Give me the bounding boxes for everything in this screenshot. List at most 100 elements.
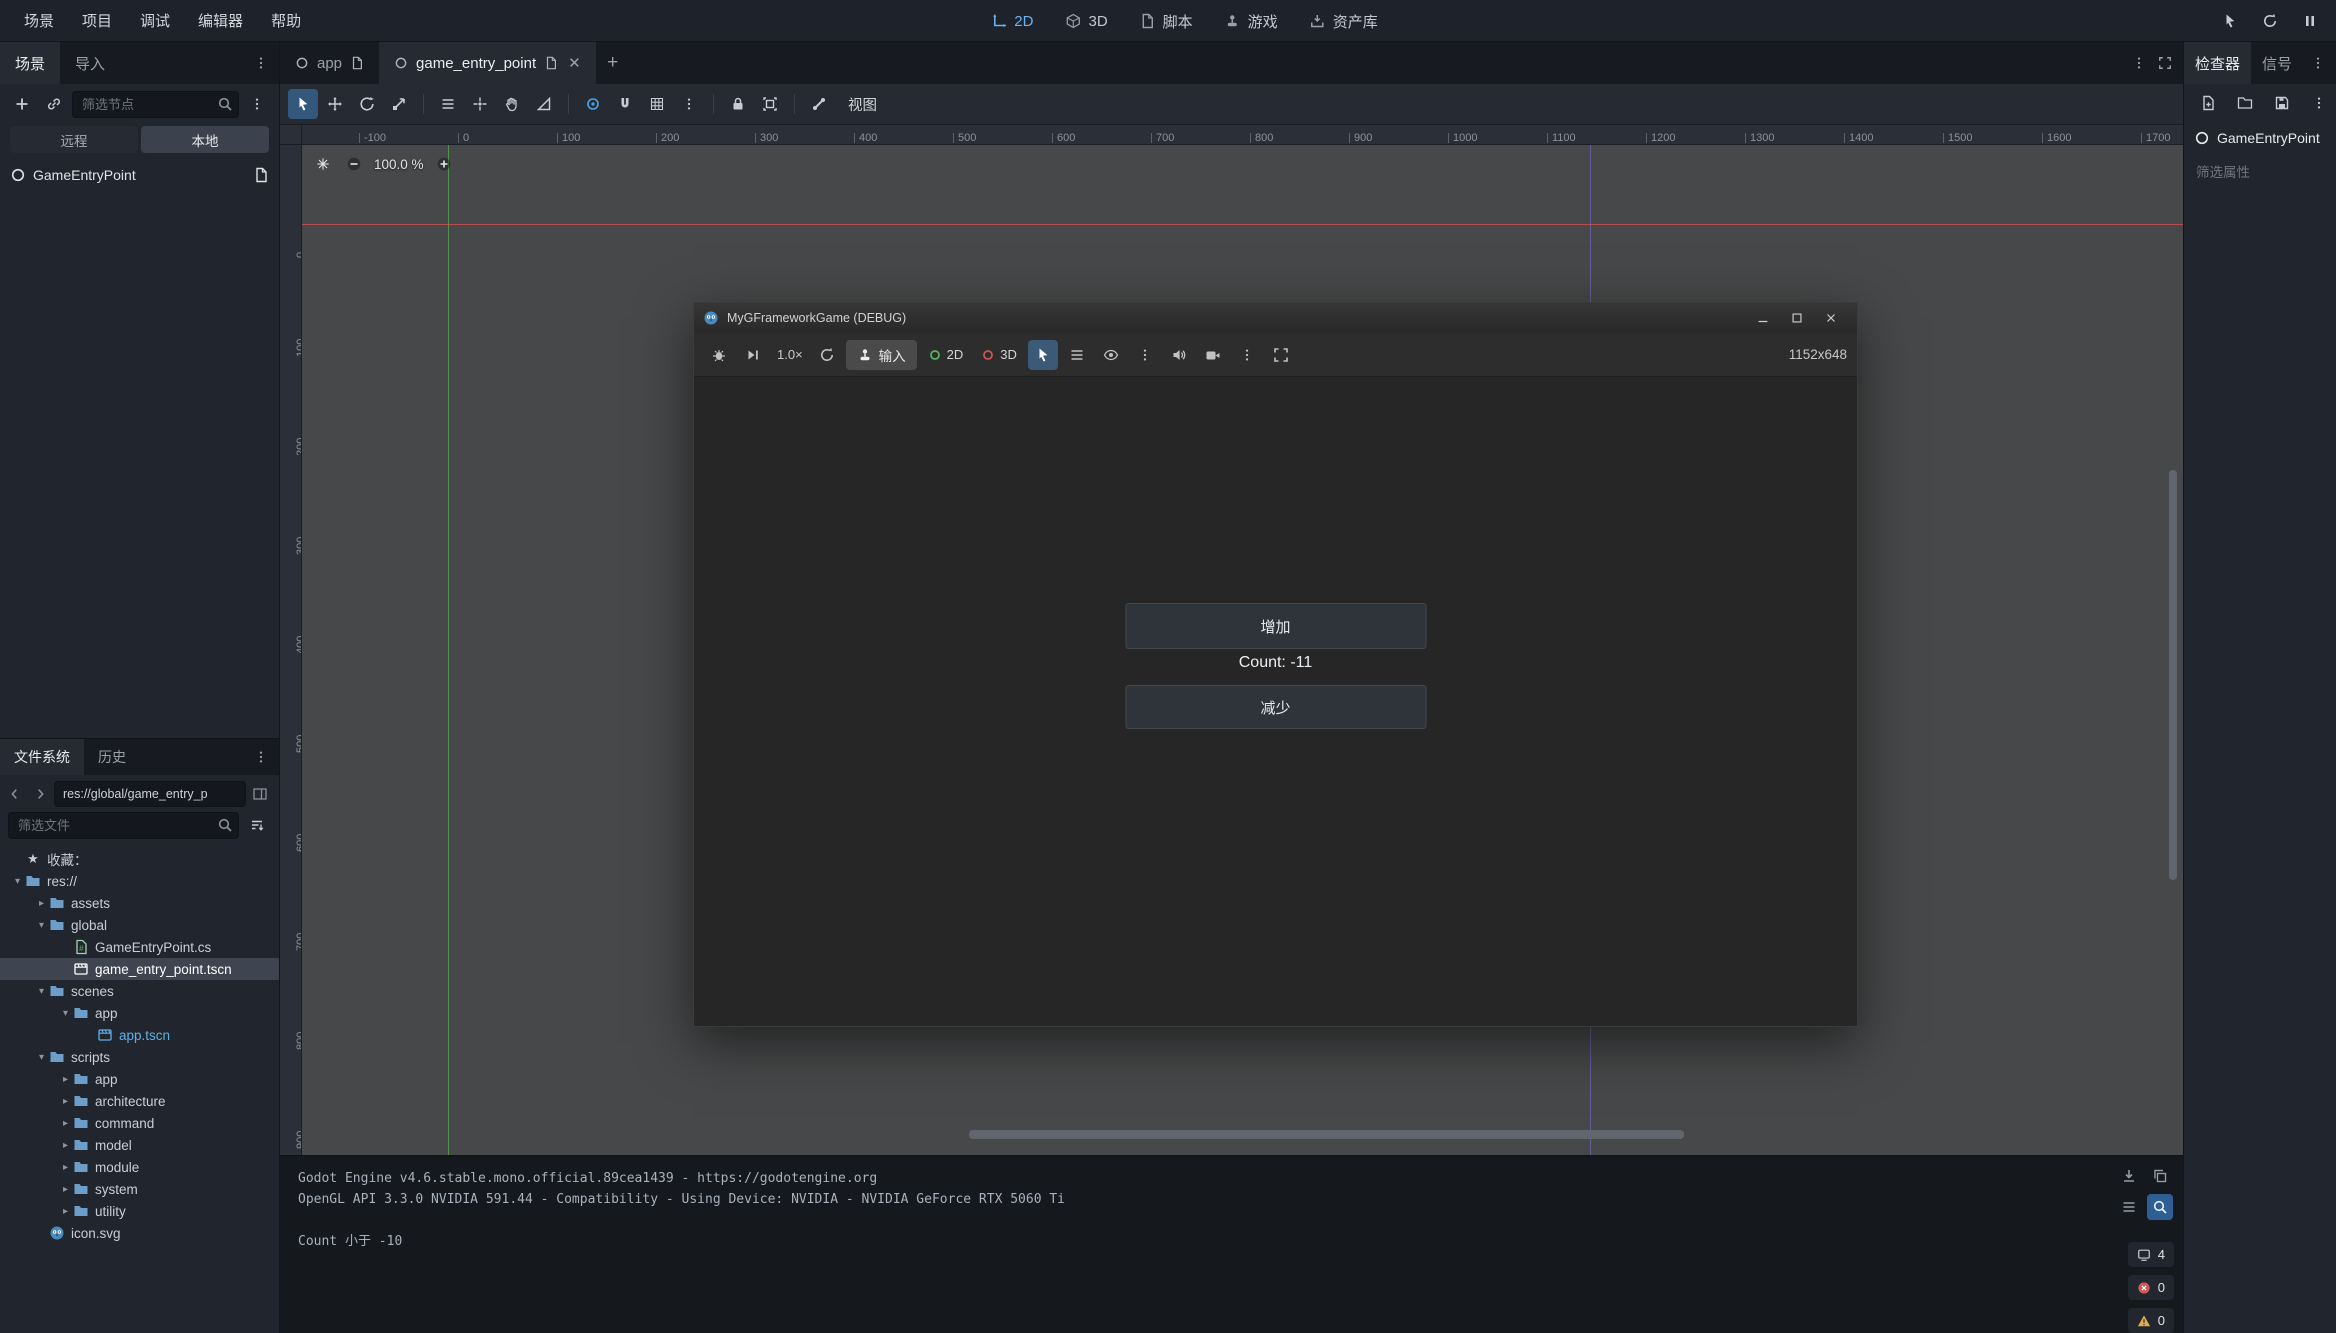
camera-3d-toggle[interactable]: 3D: [974, 347, 1024, 362]
instance-scene-button[interactable]: [40, 90, 68, 118]
scene-tree-menu-icon[interactable]: [243, 90, 271, 118]
workspace-assetlib[interactable]: 资产库: [1297, 6, 1391, 36]
file-row[interactable]: ▾scenes: [0, 980, 279, 1002]
remote-tab[interactable]: 远程: [10, 126, 138, 153]
fullscreen-icon[interactable]: [1266, 340, 1296, 370]
filter-files-field[interactable]: [8, 812, 239, 839]
file-row[interactable]: ▸model: [0, 1134, 279, 1156]
scene-tab-game-entry-point[interactable]: game_entry_point ✕: [379, 42, 596, 84]
scene-tree-root-node[interactable]: GameEntryPoint: [0, 159, 279, 190]
grid-toggle[interactable]: [642, 89, 672, 119]
debug-options-menu[interactable]: [1130, 340, 1160, 370]
filter-nodes-field[interactable]: [72, 91, 239, 118]
path-input[interactable]: [54, 781, 246, 807]
input-mode-toggle[interactable]: 输入: [846, 340, 917, 370]
select-mode-icon[interactable]: [1028, 340, 1058, 370]
pan-tool[interactable]: [497, 89, 527, 119]
file-row-open-scene[interactable]: app.tscn: [0, 1024, 279, 1046]
file-row[interactable]: icon.svg: [0, 1222, 279, 1244]
tab-inspector[interactable]: 检查器: [2184, 42, 2251, 84]
inspector-menu-icon[interactable]: [2305, 89, 2333, 117]
dock-menu-icon[interactable]: [2306, 49, 2330, 77]
view-menu[interactable]: 视图: [836, 89, 889, 119]
forward-icon[interactable]: [29, 782, 51, 806]
messages-count-badge[interactable]: 4: [2128, 1242, 2174, 1267]
file-row-selected[interactable]: game_entry_point.tscn: [0, 958, 279, 980]
menu-help[interactable]: 帮助: [257, 0, 315, 42]
file-row[interactable]: ▸app: [0, 1068, 279, 1090]
file-row[interactable]: ▾res://: [0, 870, 279, 892]
new-resource-icon[interactable]: [2194, 89, 2222, 117]
move-tool[interactable]: [320, 89, 350, 119]
back-icon[interactable]: [4, 782, 26, 806]
filter-files-input[interactable]: [8, 812, 239, 839]
rotate-tool[interactable]: [352, 89, 382, 119]
workspace-2d[interactable]: 2D: [978, 6, 1046, 36]
center-view-icon[interactable]: [312, 153, 334, 175]
expand-viewport-icon[interactable]: [2153, 49, 2177, 77]
selection-list-icon[interactable]: [1062, 340, 1092, 370]
file-row[interactable]: ▾global: [0, 914, 279, 936]
debugger-icon[interactable]: [704, 340, 734, 370]
mute-audio-icon[interactable]: [1164, 340, 1194, 370]
tab-import-dock[interactable]: 导入: [60, 42, 120, 84]
load-resource-icon[interactable]: [2231, 89, 2259, 117]
increase-button[interactable]: 增加: [1125, 603, 1426, 649]
lock-button[interactable]: [723, 89, 753, 119]
selection-list-button[interactable]: [433, 89, 463, 119]
menu-editor[interactable]: 编辑器: [184, 0, 257, 42]
zoom-out-button[interactable]: [343, 153, 365, 175]
file-row[interactable]: ▾scripts: [0, 1046, 279, 1068]
collapse-messages-icon[interactable]: [2116, 1194, 2142, 1220]
file-row[interactable]: ▸assets: [0, 892, 279, 914]
tab-signals[interactable]: 信号: [2251, 42, 2303, 84]
file-row[interactable]: ▸command: [0, 1112, 279, 1134]
menu-debug[interactable]: 调试: [126, 0, 184, 42]
speed-multiplier[interactable]: 1.0×: [772, 347, 808, 362]
file-row[interactable]: ▸module: [0, 1156, 279, 1178]
attached-script-icon[interactable]: [253, 167, 269, 183]
snap-options-menu[interactable]: [674, 89, 704, 119]
zoom-in-button[interactable]: [433, 153, 455, 175]
filter-properties-field[interactable]: 筛选属性: [2184, 154, 2336, 188]
visibility-icon[interactable]: [1096, 340, 1126, 370]
camera-2d-toggle[interactable]: 2D: [921, 347, 971, 362]
minimize-icon[interactable]: [1746, 303, 1780, 333]
pick-icon[interactable]: [2214, 6, 2246, 36]
save-resource-icon[interactable]: [2268, 89, 2296, 117]
maximize-icon[interactable]: [1780, 303, 1814, 333]
game-window-titlebar[interactable]: MyGFrameworkGame (DEBUG): [694, 303, 1857, 333]
favorites-row[interactable]: ★收藏：: [0, 848, 279, 870]
smart-snap-toggle[interactable]: [578, 89, 608, 119]
skeleton-options-menu[interactable]: [804, 89, 834, 119]
camera-override-icon[interactable]: [1198, 340, 1228, 370]
copy-output-icon[interactable]: [2147, 1163, 2173, 1189]
file-row[interactable]: ▸system: [0, 1178, 279, 1200]
inspected-node-header[interactable]: GameEntryPoint: [2184, 122, 2336, 154]
next-frame-icon[interactable]: [738, 340, 768, 370]
clear-output-icon[interactable]: [2116, 1163, 2142, 1189]
add-node-button[interactable]: [8, 90, 36, 118]
file-row[interactable]: ▸architecture: [0, 1090, 279, 1112]
file-row[interactable]: ▸utility: [0, 1200, 279, 1222]
filter-nodes-input[interactable]: [72, 91, 239, 118]
restart-icon[interactable]: [2254, 6, 2286, 36]
embed-options-menu[interactable]: [1232, 340, 1262, 370]
local-tab[interactable]: 本地: [141, 126, 269, 153]
output-panel[interactable]: Godot Engine v4.6.stable.mono.official.8…: [280, 1155, 2183, 1333]
pause-icon[interactable]: [2294, 6, 2326, 36]
errors-count-badge[interactable]: 0: [2128, 1275, 2174, 1300]
dock-menu-icon[interactable]: [249, 49, 273, 77]
search-output-icon[interactable]: [2147, 1194, 2173, 1220]
file-row[interactable]: #GameEntryPoint.cs: [0, 936, 279, 958]
scene-tabs-menu-icon[interactable]: [2127, 49, 2151, 77]
zoom-level[interactable]: 100.0 %: [374, 157, 424, 172]
close-tab-icon[interactable]: ✕: [568, 54, 581, 72]
menu-scene[interactable]: 场景: [10, 0, 68, 42]
tab-filesystem[interactable]: 文件系统: [0, 739, 84, 775]
file-row[interactable]: ▾app: [0, 1002, 279, 1024]
workspace-script[interactable]: 脚本: [1127, 6, 1206, 36]
workspace-3d[interactable]: 3D: [1052, 6, 1120, 36]
select-tool[interactable]: [288, 89, 318, 119]
tab-history[interactable]: 历史: [84, 739, 140, 775]
